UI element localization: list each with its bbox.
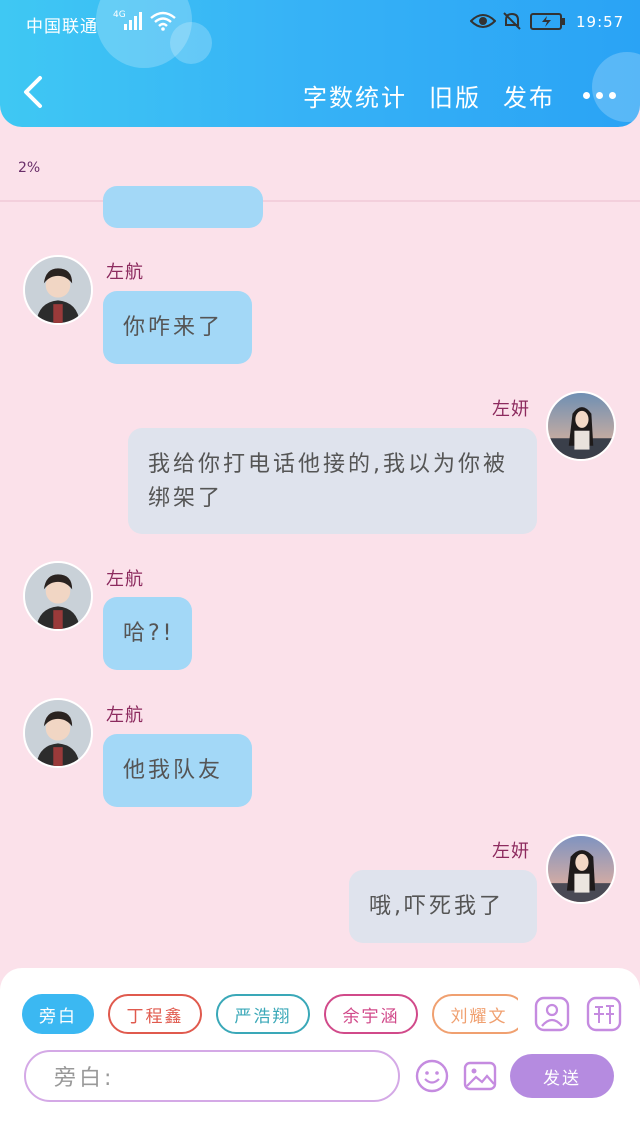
role-chip-narrator[interactable]: 旁白 [22,994,94,1034]
emoji-icon[interactable] [414,1058,450,1094]
role-chip[interactable]: 丁程鑫 [108,994,202,1034]
sender-name: 左航 [106,705,144,726]
eye-icon [470,14,496,28]
role-chip[interactable]: 刘耀文 [432,994,518,1034]
publish-button[interactable]: 发布 [503,78,555,113]
send-button[interactable]: 发送 [510,1054,614,1098]
wifi-icon [150,11,176,31]
header-actions: 字数统计 旧版 发布 [281,78,616,113]
word-count-button[interactable]: 字数统计 [303,78,407,113]
mute-bell-icon [503,12,521,30]
clock: 19:57 [576,13,625,31]
label-icon[interactable] [586,996,622,1032]
back-arrow-icon[interactable] [20,74,48,110]
message-bubble: 我给你打电话他接的,我以为你被绑架了 [128,428,537,534]
divider [0,200,640,202]
sender-name: 左航 [106,262,144,283]
sender-name: 左妍 [492,399,530,420]
more-options-icon[interactable] [583,92,616,99]
message-bubble-partial [103,186,263,228]
message-bubble: 他我队友 [103,734,252,807]
old-version-button[interactable]: 旧版 [429,78,481,113]
avatar-zuohang[interactable] [23,561,93,631]
top-bar: 中国联通 4G 19:57 字数统计 旧版 发布 [0,0,640,127]
sender-name: 左航 [106,569,144,590]
avatar-zuohang[interactable] [23,255,93,325]
battery-icon [530,13,565,30]
progress-label: 2% [18,160,41,176]
message-input[interactable]: 旁白: [24,1050,400,1102]
add-character-icon[interactable] [534,996,570,1032]
message-bubble: 你咋来了 [103,291,252,364]
signal-icon [124,12,142,30]
message-bubble: 哦,吓死我了 [349,870,537,943]
message-bubble: 哈?! [103,597,192,670]
avatar-zuoyan[interactable] [546,391,616,461]
sender-name: 左妍 [492,841,530,862]
role-chip[interactable]: 余宇涵 [324,994,418,1034]
avatar-zuohang[interactable] [23,698,93,768]
status-bar: 中国联通 4G 19:57 [0,8,640,38]
role-chip[interactable]: 严浩翔 [216,994,310,1034]
composer-panel: 旁白 丁程鑫 严浩翔 余宇涵 刘耀文 旁白: 发送 [0,968,640,1138]
carrier-label: 中国联通 [26,17,98,37]
image-icon[interactable] [462,1058,498,1094]
avatar-zuoyan[interactable] [546,834,616,904]
